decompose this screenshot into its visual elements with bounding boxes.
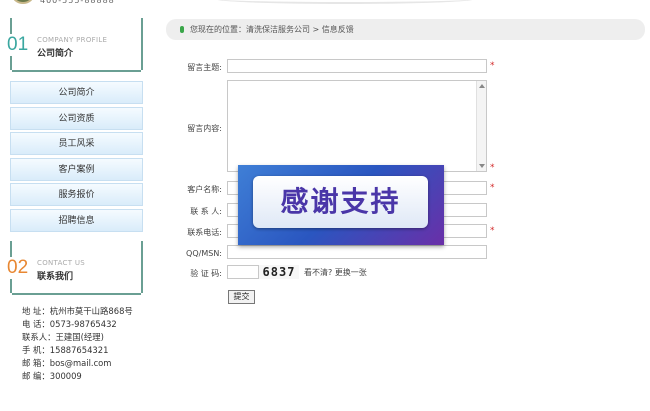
captcha-refresh-link[interactable]: 看不清? 更换一张 — [304, 267, 367, 278]
sidebar-item-pricing[interactable]: 服务报价 — [10, 183, 143, 207]
contact-mobile: 手 机：15887654321 — [22, 344, 109, 355]
captcha-image[interactable]: 6837 — [259, 265, 299, 279]
scroll-up-icon[interactable] — [479, 84, 485, 88]
contact-postcode: 邮 编：300009 — [22, 370, 82, 381]
contact-info: 地 址：杭州市莫干山路868号 电 话：0573-98765432 联系人：王建… — [22, 305, 133, 382]
required-mark: * — [490, 226, 495, 236]
section-number: 02 — [6, 257, 30, 279]
section-title-cn: 联系我们 — [37, 272, 74, 282]
content-textarea[interactable] — [227, 80, 487, 172]
section-title-en: CONTACT US — [37, 259, 85, 267]
subject-input[interactable] — [227, 59, 487, 73]
sidebar-menu: 公司简介 公司资质 员工风采 客户案例 服务报价 招聘信息 — [10, 81, 143, 235]
qq-input[interactable] — [227, 245, 487, 259]
contact-person-label: 联 系 人: — [190, 207, 222, 216]
section-title-en: COMPANY PROFILE — [37, 36, 108, 44]
sidebar-item-cases[interactable]: 客户案例 — [10, 157, 143, 181]
scroll-down-icon[interactable] — [479, 164, 485, 168]
captcha-label: 验 证 码: — [190, 269, 222, 278]
captcha-input[interactable] — [227, 265, 259, 279]
company-profile-header: 01 COMPANY PROFILE 公司简介 — [6, 18, 143, 72]
sidebar-item-staff[interactable]: 员工风采 — [10, 132, 143, 156]
sidebar-item-qualifications[interactable]: 公司资质 — [10, 106, 143, 130]
location-pin-icon — [180, 26, 184, 33]
header-decoration — [215, 0, 475, 4]
phone-label: 联系电话: — [187, 228, 222, 237]
header-phone: 400-555-88888 — [40, 0, 115, 5]
sidebar-item-company-intro[interactable]: 公司简介 — [10, 81, 143, 104]
subject-label: 留言主题: — [187, 63, 222, 72]
thanks-banner-text: 感谢支持 — [280, 185, 401, 218]
company-logo — [12, 0, 34, 4]
contact-phone: 电 话：0573-98765432 — [22, 318, 117, 329]
breadcrumb-text: 您现在的位置：清洗保洁服务公司 > 信息反馈 — [190, 25, 354, 34]
contact-email: 邮 箱：bos@mail.com — [22, 357, 112, 368]
section-number: 01 — [6, 34, 30, 56]
contact-us-header: 02 CONTACT US 联系我们 — [6, 241, 143, 295]
required-mark: * — [490, 183, 495, 193]
textarea-scrollbar[interactable] — [476, 81, 486, 171]
sidebar-item-jobs[interactable]: 招聘信息 — [10, 208, 143, 232]
contact-address: 地 址：杭州市莫干山路868号 — [22, 306, 133, 316]
section-title-cn: 公司简介 — [37, 49, 74, 59]
breadcrumb: 您现在的位置：清洗保洁服务公司 > 信息反馈 — [166, 19, 645, 40]
submit-button[interactable]: 提交 — [228, 290, 255, 304]
contact-person: 联系人：王建国(经理) — [22, 331, 104, 342]
name-label: 客户名称: — [187, 185, 222, 194]
required-mark: * — [490, 61, 495, 71]
content-label: 留言内容: — [187, 124, 222, 133]
thanks-banner: 感谢支持 — [238, 165, 444, 245]
required-mark: * — [490, 163, 495, 173]
qq-label: QQ/MSN: — [186, 249, 222, 258]
thanks-banner-plate: 感谢支持 — [253, 176, 428, 228]
